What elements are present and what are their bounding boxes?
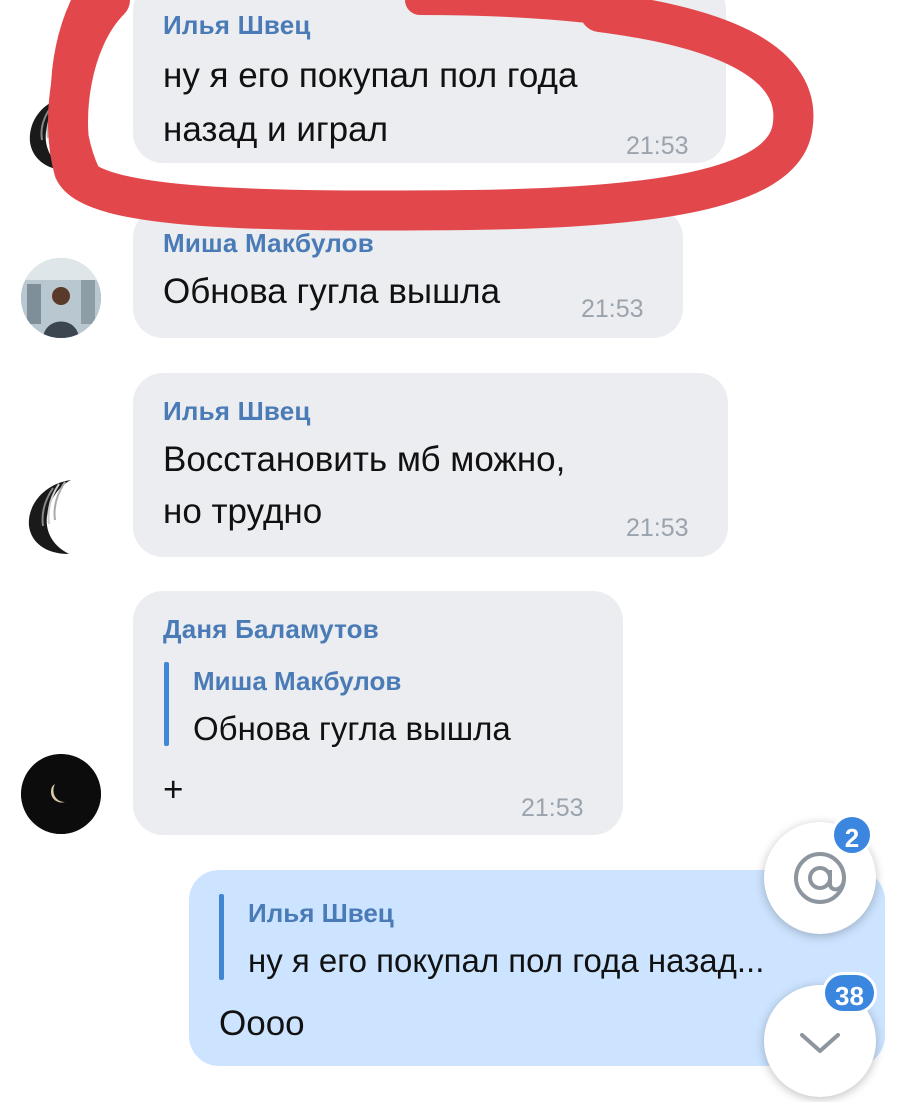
sender-name[interactable]: Миша Макбулов bbox=[163, 228, 374, 259]
avatar[interactable] bbox=[21, 754, 101, 834]
reply-quote-bar bbox=[164, 662, 169, 746]
message-time: 21:53 bbox=[581, 295, 644, 323]
message-text-line: Обнова гугла вышла bbox=[163, 272, 501, 311]
reply-quote-bar bbox=[219, 894, 224, 980]
sender-name[interactable]: Илья Швец bbox=[163, 396, 311, 427]
photo-avatar-image bbox=[21, 258, 101, 338]
crescent-avatar-image bbox=[28, 480, 71, 554]
crescent-avatar-image bbox=[29, 96, 70, 170]
message-text-line: Оооо bbox=[219, 1004, 305, 1043]
message-text-line: ну я его покупал пол года bbox=[163, 56, 578, 95]
avatar[interactable] bbox=[21, 476, 101, 556]
sender-name[interactable]: Даня Баламутов bbox=[163, 614, 379, 645]
moon-avatar-image bbox=[21, 754, 101, 834]
sender-name[interactable]: Илья Швец bbox=[163, 10, 311, 41]
reply-sender-name[interactable]: Илья Швец bbox=[248, 898, 394, 929]
avatar[interactable] bbox=[22, 92, 102, 172]
message-text-line: назад и играл bbox=[163, 110, 389, 149]
avatar[interactable] bbox=[21, 258, 101, 338]
message-time: 21:53 bbox=[626, 514, 689, 542]
message-text-line: но трудно bbox=[163, 492, 323, 531]
message-text-line: + bbox=[163, 770, 184, 809]
message-text-line: Восстановить мб можно, bbox=[163, 440, 566, 479]
reply-text[interactable]: ну я его покупал пол года назад... bbox=[248, 942, 764, 980]
mentions-count-badge: 2 bbox=[831, 814, 873, 856]
message-time: 21:53 bbox=[521, 794, 584, 822]
unread-count-badge: 38 bbox=[822, 972, 877, 1014]
reply-sender-name[interactable]: Миша Макбулов bbox=[193, 666, 401, 697]
message-time: 21:53 bbox=[626, 132, 689, 160]
reply-text[interactable]: Обнова гугла вышла bbox=[193, 710, 511, 748]
